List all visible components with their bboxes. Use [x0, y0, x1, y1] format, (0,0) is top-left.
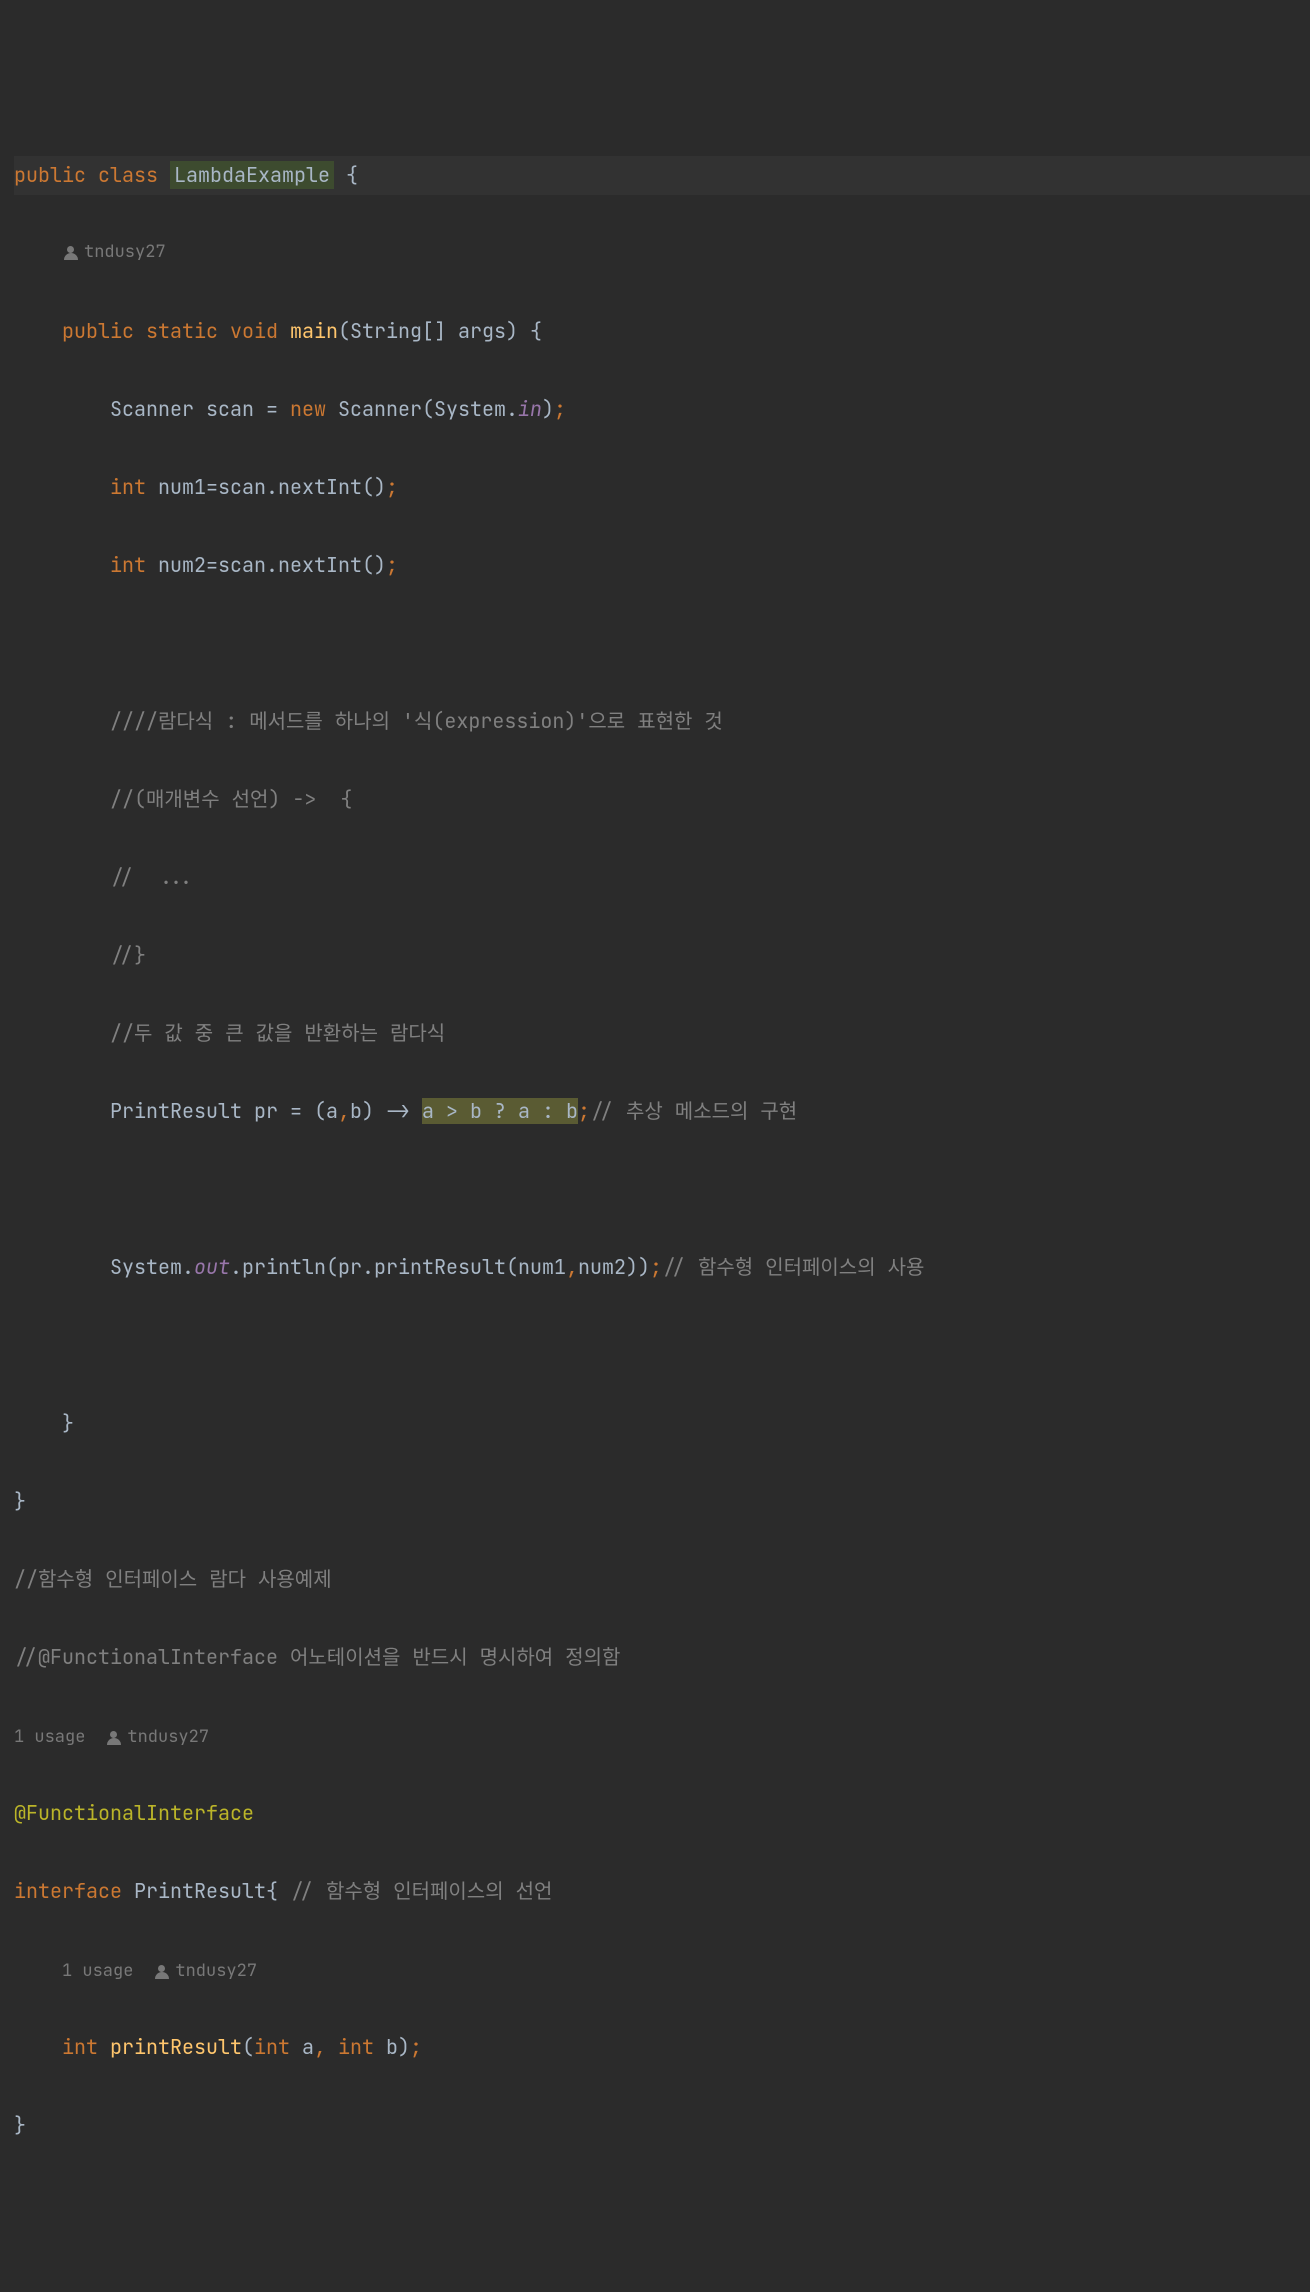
usage-count[interactable]: 1 usage: [14, 1721, 85, 1754]
code-line[interactable]: int num2=scan.nextInt();: [14, 546, 1310, 585]
code-line[interactable]: }: [14, 2106, 1310, 2145]
comment: // ...: [110, 864, 194, 890]
brace: }: [14, 2112, 26, 2138]
code-line[interactable]: //두 값 중 큰 값을 반환하는 람다식: [14, 1014, 1310, 1053]
code-line[interactable]: interface PrintResult{ // 함수형 인터페이스의 선언: [14, 1872, 1310, 1911]
keyword-int: int: [110, 474, 146, 500]
code-editor[interactable]: public class LambdaExample { tndusy27 pu…: [14, 156, 1310, 2145]
person-icon: [155, 1965, 169, 1979]
semicolon: ;: [578, 1098, 590, 1124]
code-line[interactable]: //(매개변수 선언) -> {: [14, 780, 1310, 819]
keyword-static: static: [146, 318, 218, 344]
code-line[interactable]: ////람다식 : 메서드를 하나의 '식(expression)'으로 표현한…: [14, 702, 1310, 741]
brace: }: [62, 1410, 74, 1436]
code-line[interactable]: [14, 1326, 1310, 1365]
code-text: scan =: [194, 396, 290, 422]
code-line[interactable]: PrintResult pr = (a,b) -> a > b ? a : b;…: [14, 1092, 1310, 1131]
params: (String[] args) {: [338, 318, 542, 344]
author-name: tndusy27: [84, 236, 166, 269]
usage-inlay[interactable]: 1 usage tndusy27: [14, 1721, 209, 1754]
semicolon: ;: [386, 474, 398, 500]
keyword-int: int: [254, 2034, 290, 2060]
comma: ,: [314, 2034, 338, 2060]
code-line[interactable]: [14, 1170, 1310, 1209]
inlay-hint-line: 1 usage tndusy27: [14, 1950, 1310, 1989]
comment: //두 값 중 큰 값을 반환하는 람다식: [110, 1020, 445, 1046]
field-in: in: [518, 396, 542, 422]
comment: //(매개변수 선언) -> {: [110, 786, 352, 812]
type-scanner: Scanner: [110, 396, 194, 422]
person-icon: [64, 246, 78, 260]
method-main: main: [290, 318, 338, 344]
annotation: @FunctionalInterface: [14, 1800, 254, 1826]
field-out: out: [194, 1254, 230, 1280]
keyword-int: int: [62, 2034, 98, 2060]
semicolon: ;: [410, 2034, 422, 2060]
code-line[interactable]: //함수형 인터페이스 람다 사용예제: [14, 1560, 1310, 1599]
code-line[interactable]: public class LambdaExample {: [14, 156, 1310, 195]
code-line[interactable]: @FunctionalInterface: [14, 1794, 1310, 1833]
code-text: System.: [110, 1254, 194, 1280]
keyword-public: public: [14, 162, 86, 188]
comment: // 추상 메소드의 구현: [590, 1098, 797, 1124]
comma: ,: [566, 1254, 578, 1280]
keyword-void: void: [230, 318, 278, 344]
code-line[interactable]: int printResult(int a, int b);: [14, 2028, 1310, 2067]
code-line[interactable]: //@FunctionalInterface 어노테이션을 반드시 명시하여 정…: [14, 1638, 1310, 1677]
inlay-hint-line: tndusy27: [14, 234, 1310, 273]
code-line[interactable]: //}: [14, 936, 1310, 975]
semicolon: ;: [554, 396, 566, 422]
code-line[interactable]: Scanner scan = new Scanner(System.in);: [14, 390, 1310, 429]
inlay-hint-line: 1 usage tndusy27: [14, 1716, 1310, 1755]
author-name: tndusy27: [127, 1721, 209, 1754]
person-icon: [107, 1731, 121, 1745]
param: a: [290, 2034, 314, 2060]
comment: // 함수형 인터페이스의 선언: [290, 1878, 552, 1904]
semicolon: ;: [650, 1254, 662, 1280]
paren: ): [542, 396, 554, 422]
semicolon: ;: [386, 552, 398, 578]
code-text: num2)): [578, 1254, 650, 1280]
highlighted-expression: a > b ? a : b: [422, 1098, 578, 1124]
usage-count[interactable]: 1 usage: [62, 1955, 133, 1988]
comma: ,: [338, 1098, 350, 1124]
code-line[interactable]: System.out.println(pr.printResult(num1,n…: [14, 1248, 1310, 1287]
param: b): [374, 2034, 410, 2060]
keyword-class: class: [98, 162, 158, 188]
code-text: PrintResult pr = (a: [110, 1098, 338, 1124]
comment: ////람다식 : 메서드를 하나의 '식(expression)'으로 표현한…: [110, 708, 723, 734]
usage-inlay[interactable]: 1 usage tndusy27: [62, 1955, 257, 1988]
code-line[interactable]: int num1=scan.nextInt();: [14, 468, 1310, 507]
code-text: .println(pr.printResult(num1: [230, 1254, 566, 1280]
method-name: printResult: [110, 2034, 242, 2060]
paren: (: [242, 2034, 254, 2060]
code-text: num2=scan.nextInt(): [146, 552, 386, 578]
code-text: Scanner(System.: [326, 396, 518, 422]
code-line[interactable]: }: [14, 1482, 1310, 1521]
keyword-public: public: [62, 318, 134, 344]
author-inlay[interactable]: tndusy27: [14, 236, 166, 269]
code-text: b) ->: [350, 1098, 422, 1124]
comment: // 함수형 인터페이스의 사용: [662, 1254, 924, 1280]
comment: //}: [110, 942, 146, 968]
author-name: tndusy27: [175, 1955, 257, 1988]
keyword-int: int: [338, 2034, 374, 2060]
comment: //함수형 인터페이스 람다 사용예제: [14, 1566, 332, 1592]
code-line[interactable]: // ...: [14, 858, 1310, 897]
code-text: num1=scan.nextInt(): [146, 474, 386, 500]
keyword-new: new: [290, 396, 326, 422]
comment: //@FunctionalInterface 어노테이션을 반드시 명시하여 정…: [14, 1644, 620, 1670]
code-line[interactable]: public static void main(String[] args) {: [14, 312, 1310, 351]
class-name-highlighted: LambdaExample: [170, 161, 334, 189]
code-line[interactable]: }: [14, 1404, 1310, 1443]
interface-name: PrintResult{: [122, 1878, 290, 1904]
keyword-interface: interface: [14, 1878, 122, 1904]
brace: }: [14, 1488, 26, 1514]
brace: {: [334, 162, 358, 188]
keyword-int: int: [110, 552, 146, 578]
code-line[interactable]: [14, 624, 1310, 663]
